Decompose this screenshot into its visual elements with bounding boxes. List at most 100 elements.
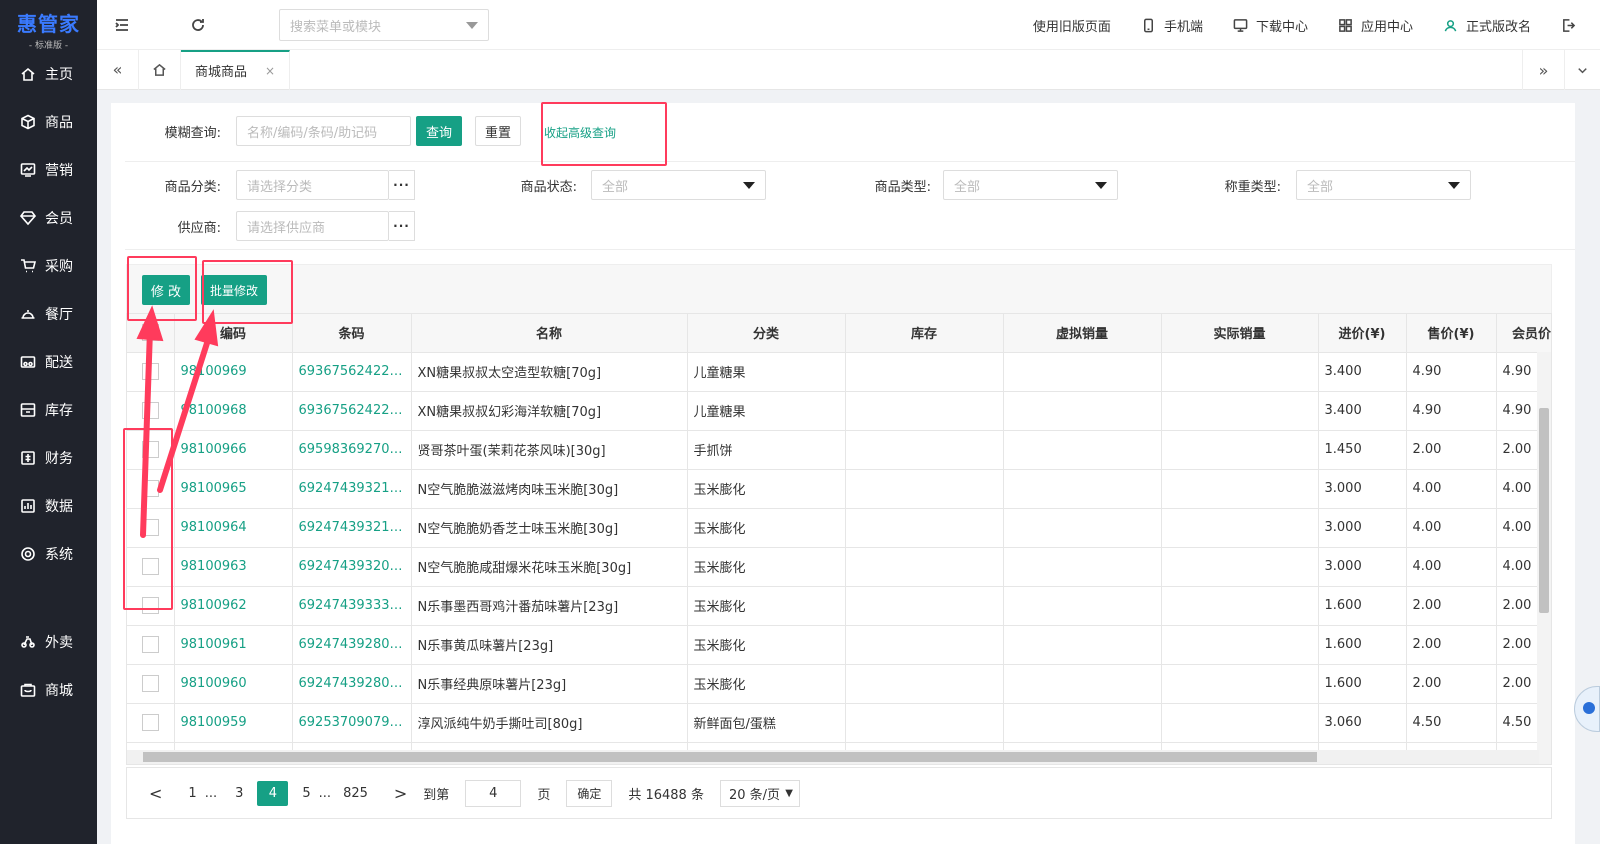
category-input[interactable]: 请选择分类 — [236, 170, 389, 200]
sidebar-item-products[interactable]: 商品 — [0, 98, 97, 146]
product-code-link[interactable]: 98100966 — [174, 430, 293, 470]
table-row[interactable]: 98100965 6924743932111 N空气脆脆滋滋烤肉味玉米脆[30g] 玉… — [127, 469, 1551, 509]
old-version-link[interactable]: 使用旧版页面 — [1033, 16, 1111, 35]
status-select[interactable]: 全部 — [591, 170, 766, 200]
tab-mall-products[interactable]: 商城商品 × — [181, 49, 291, 90]
page-last-button[interactable]: 825 — [343, 786, 368, 801]
product-code-link[interactable]: 98100959 — [174, 703, 293, 743]
row-checkbox[interactable] — [141, 480, 159, 497]
barcode-link[interactable]: 6936756242286 — [292, 352, 412, 392]
sidebar-item-finance[interactable]: 财务 — [0, 434, 97, 482]
table-row[interactable]: 98100963 6924743932081 N空气脆脆咸甜爆米花味玉米脆[30g]… — [127, 547, 1551, 587]
product-code-link[interactable]: 98100961 — [174, 625, 293, 665]
sidebar-item-restaurant[interactable]: 餐厅 — [0, 290, 97, 338]
query-button[interactable]: 查询 — [416, 116, 462, 146]
product-code-link[interactable]: 98100964 — [174, 508, 293, 548]
table-row[interactable]: 98100969 6936756242286 XN糖果叔叔太空造型软糖[70g] 儿童… — [127, 352, 1551, 392]
row-checkbox[interactable] — [141, 402, 159, 419]
category-picker-button[interactable]: ··· — [389, 170, 415, 200]
batch-edit-button[interactable]: 批量修改 — [201, 275, 267, 305]
table-row[interactable]: 98100961 6924743928084 N乐事黄瓜味薯片[23g] 玉米膨化 1.… — [127, 625, 1551, 665]
row-checkbox[interactable] — [141, 363, 159, 380]
mobile-link[interactable]: 手机端 — [1141, 16, 1203, 35]
select-all-checkbox[interactable] — [141, 324, 159, 342]
page-size-select[interactable]: 20 条/页 ▼ — [719, 779, 800, 807]
vertical-scrollbar[interactable] — [1537, 352, 1551, 764]
barcode-link[interactable]: 6924743932104 — [292, 508, 412, 548]
home-tab-icon[interactable] — [139, 49, 181, 90]
row-checkbox[interactable] — [141, 714, 159, 731]
sidebar-item-marketing[interactable]: 营销 — [0, 146, 97, 194]
fuzzy-query-input[interactable]: 名称/编码/条码/助记码 — [236, 116, 411, 146]
next-page-button[interactable]: > — [394, 784, 407, 803]
page-1-button[interactable]: 1 — [188, 786, 196, 801]
tabs-menu-chevron-down-icon[interactable] — [1564, 50, 1600, 90]
page-ellipsis-2[interactable]: ... — [319, 786, 331, 801]
horizontal-scroll-thumb[interactable] — [143, 752, 1317, 762]
table-row[interactable]: 98100964 6924743932104 N空气脆脆奶香芝士味玉米脆[30g] 玉… — [127, 508, 1551, 548]
supplier-input[interactable]: 请选择供应商 — [236, 211, 389, 241]
barcode-link[interactable]: 6924743933309 — [292, 586, 412, 626]
menu-toggle-icon[interactable] — [102, 5, 142, 45]
brand-logo[interactable]: 惠管家 - 标准版 - — [0, 0, 97, 51]
vertical-scroll-thumb[interactable] — [1539, 408, 1549, 613]
barcode-link[interactable]: 6925370907992 — [292, 703, 412, 743]
page-ellipsis[interactable]: ... — [205, 786, 217, 801]
barcode-link[interactable]: 6924743928077 — [292, 664, 412, 704]
table-row[interactable]: 98100966 6959836927064 贤哥茶叶蛋(茉莉花茶风味)[30g] 手… — [127, 430, 1551, 470]
sidebar-item-system[interactable]: 系统 — [0, 530, 97, 578]
sidebar-item-purchase[interactable]: 采购 — [0, 242, 97, 290]
tabs-scroll-right-icon[interactable]: » — [1522, 50, 1564, 90]
barcode-link[interactable]: 6924743932111 — [292, 469, 412, 509]
product-code-link[interactable]: 98100965 — [174, 469, 293, 509]
barcode-link[interactable]: 6959836927064 — [292, 430, 412, 470]
table-row[interactable]: 98100968 6936756242262 XN糖果叔叔幻彩海洋软糖[70g] 儿童… — [127, 391, 1551, 431]
product-code-link[interactable]: 98100962 — [174, 586, 293, 626]
prev-page-button[interactable]: < — [149, 784, 162, 803]
sidebar-item-members[interactable]: 会员 — [0, 194, 97, 242]
edit-button[interactable]: 修 改 — [142, 275, 190, 305]
product-code-link[interactable]: 98100969 — [174, 352, 293, 392]
assistant-float-button[interactable] — [1574, 686, 1600, 732]
weigh-type-select[interactable]: 全部 — [1296, 170, 1471, 200]
row-checkbox[interactable] — [141, 558, 159, 575]
download-center-link[interactable]: 下载中心 — [1233, 16, 1308, 35]
close-icon[interactable]: × — [265, 64, 275, 78]
refresh-icon[interactable] — [178, 5, 218, 45]
sidebar-item-data[interactable]: 数据 — [0, 482, 97, 530]
type-select[interactable]: 全部 — [943, 170, 1118, 200]
barcode-link[interactable]: 6936756242262 — [292, 391, 412, 431]
page-3-button[interactable]: 3 — [235, 786, 243, 801]
supplier-picker-button[interactable]: ··· — [389, 211, 415, 241]
goto-page-input[interactable]: 4 — [465, 779, 522, 807]
app-center-link[interactable]: 应用中心 — [1338, 16, 1413, 35]
sidebar-item-delivery[interactable]: 配送 — [0, 338, 97, 386]
sidebar-item-mall[interactable]: 商城 — [0, 666, 97, 714]
page-5-button[interactable]: 5 — [302, 786, 310, 801]
row-checkbox[interactable] — [141, 636, 159, 653]
table-row[interactable]: 98100960 6924743928077 N乐事经典原味薯片[23g] 玉米膨化 1… — [127, 664, 1551, 704]
table-row[interactable]: 98100962 6924743933309 N乐事墨西哥鸡汁番茄味薯片[23g] 玉… — [127, 586, 1551, 626]
collapse-advanced-query-link[interactable]: 收起高级查询 — [544, 124, 616, 141]
sidebar-item-takeout[interactable]: 外卖 — [0, 618, 97, 666]
product-code-link[interactable]: 98100960 — [174, 664, 293, 704]
barcode-link[interactable]: 6924743932081 — [292, 547, 412, 587]
row-checkbox[interactable] — [141, 441, 159, 458]
row-checkbox[interactable] — [141, 519, 159, 536]
tabs-scroll-left-icon[interactable]: « — [97, 49, 139, 90]
barcode-link[interactable]: 6924743928084 — [292, 625, 412, 665]
logout-button[interactable] — [1561, 18, 1584, 33]
row-checkbox[interactable] — [141, 675, 159, 692]
reset-button[interactable]: 重置 — [475, 116, 521, 146]
user-link[interactable]: 正式版改名 — [1443, 16, 1531, 35]
sidebar-item-inventory[interactable]: 库存 — [0, 386, 97, 434]
product-code-link[interactable]: 98100968 — [174, 391, 293, 431]
sidebar-item-home[interactable]: 主页 — [0, 50, 97, 98]
product-code-link[interactable]: 98100963 — [174, 547, 293, 587]
goto-confirm-button[interactable]: 确定 — [566, 779, 613, 807]
horizontal-scrollbar[interactable] — [127, 750, 1539, 764]
table-row[interactable]: 98100959 6925370907992 淳风派纯牛奶手撕吐司[80g] 新鲜面包… — [127, 703, 1551, 743]
menu-search-select[interactable]: 搜索菜单或模块 — [279, 9, 489, 41]
page-current[interactable]: 4 — [257, 780, 289, 806]
row-checkbox[interactable] — [141, 597, 159, 614]
